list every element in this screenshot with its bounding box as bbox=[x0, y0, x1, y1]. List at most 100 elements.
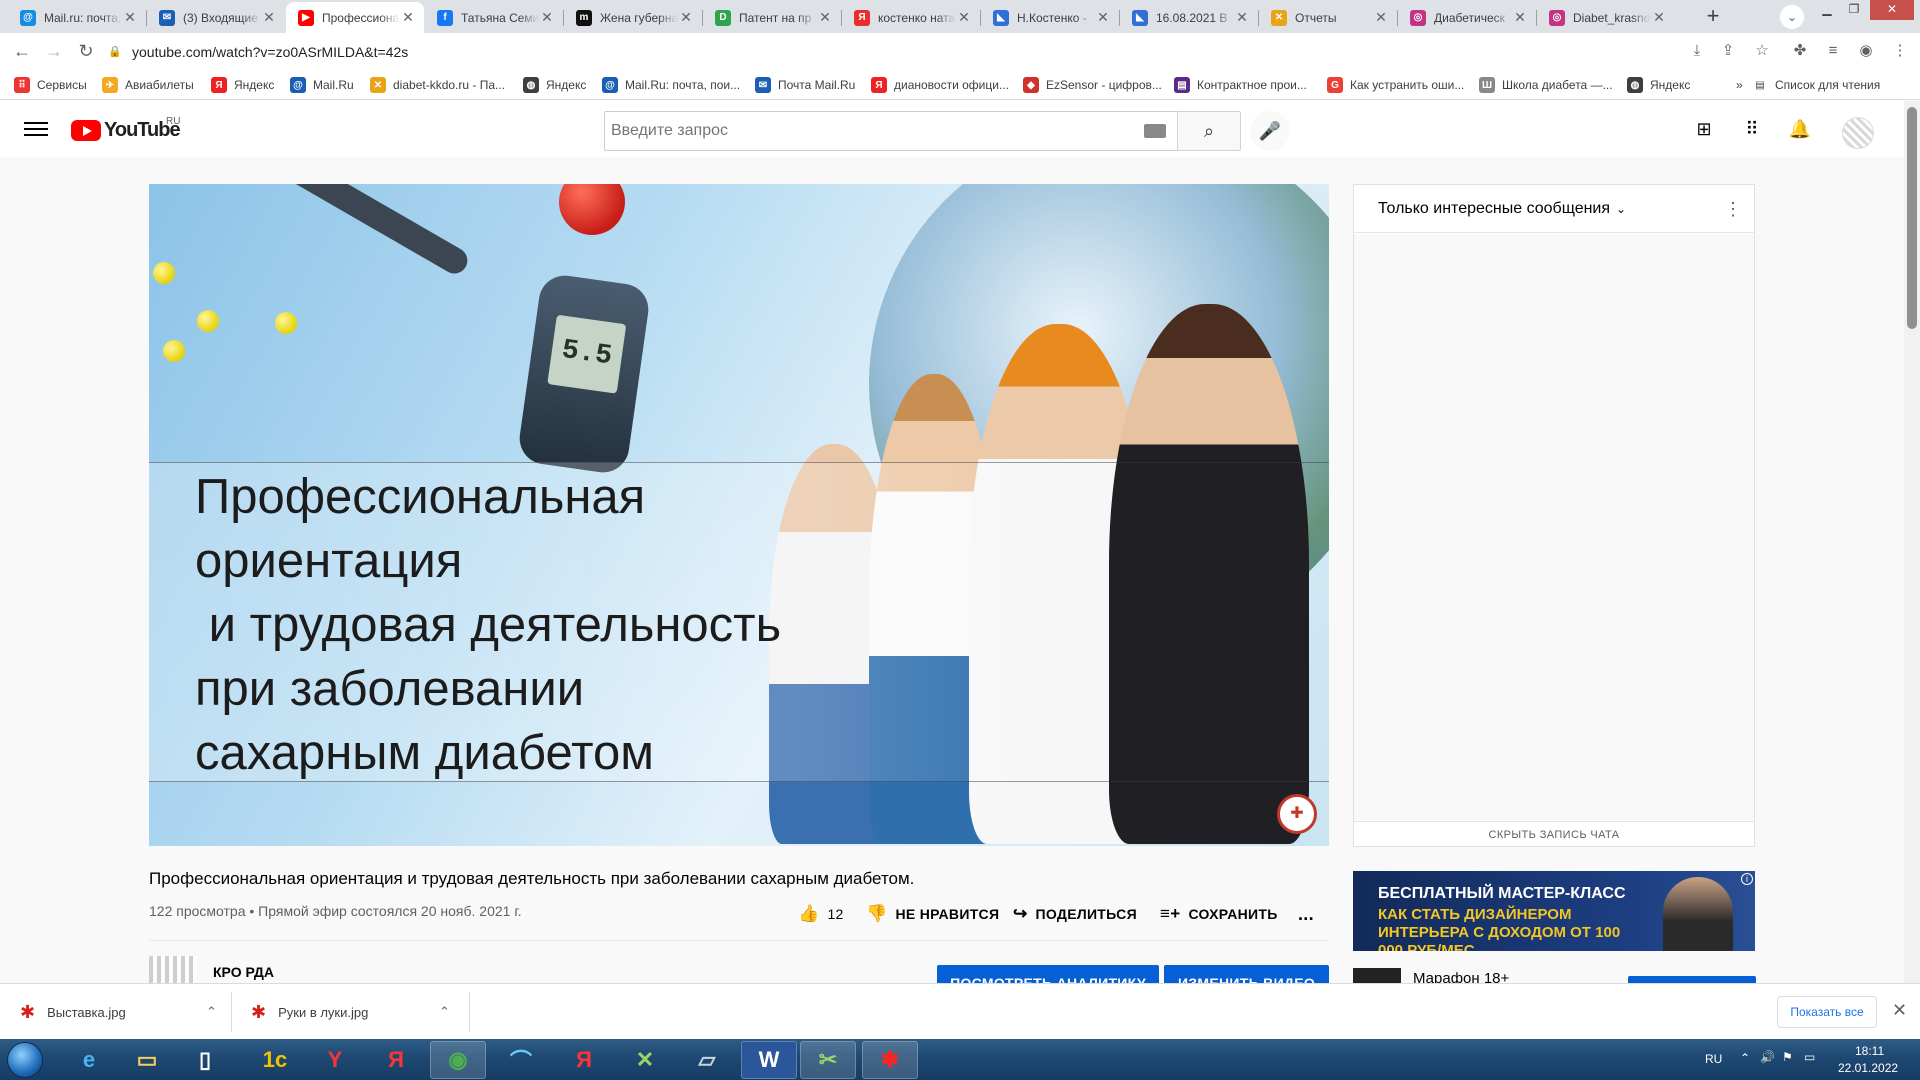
browser-tab[interactable]: @ Mail.ru: почта, ✕ bbox=[8, 2, 146, 33]
page-scrollbar[interactable] bbox=[1904, 101, 1920, 983]
share-button[interactable]: ↪ ПОДЕЛИТЬСЯ bbox=[1013, 903, 1137, 925]
bookmark-item[interactable]: G Как устранить оши... bbox=[1327, 76, 1464, 94]
window-close-icon[interactable]: ✕ bbox=[1870, 0, 1914, 20]
tab-close-icon[interactable]: ✕ bbox=[1651, 9, 1667, 26]
create-video-icon[interactable]: ⊞ bbox=[1692, 117, 1716, 141]
language-indicator[interactable]: RU bbox=[1705, 1052, 1722, 1066]
tab-close-icon[interactable]: ✕ bbox=[539, 9, 555, 26]
browser-tab[interactable]: f Татьяна Семи ✕ bbox=[425, 2, 563, 33]
ad-banner[interactable]: БЕСПЛАТНЫЙ МАСТЕР-КЛАСС КАК СТАТЬ ДИЗАЙН… bbox=[1353, 871, 1755, 951]
chrome-icon[interactable]: ◉ bbox=[430, 1041, 486, 1079]
chat-more-icon[interactable]: ⋮ bbox=[1724, 199, 1742, 220]
snipping-tool-icon[interactable]: ✂ bbox=[800, 1041, 856, 1079]
more-actions-button[interactable]: ... bbox=[1298, 903, 1314, 925]
1c-icon[interactable]: 1c bbox=[247, 1041, 303, 1079]
reading-mode-icon[interactable]: ≡ bbox=[1823, 42, 1843, 62]
tab-close-icon[interactable]: ✕ bbox=[956, 9, 972, 26]
browser-tab[interactable]: ✕ Отчеты ✕ bbox=[1259, 2, 1397, 33]
yandex-app-icon[interactable]: Я bbox=[556, 1041, 612, 1079]
tab-search-icon[interactable]: ⌄ bbox=[1780, 5, 1804, 29]
browser-tab[interactable]: m Жена губерна ✕ bbox=[564, 2, 702, 33]
keyboard-icon[interactable] bbox=[1144, 124, 1166, 138]
guide-menu-icon[interactable] bbox=[24, 119, 48, 139]
hide-chat-button[interactable]: СКРЫТЬ ЗАПИСЬ ЧАТА bbox=[1354, 821, 1754, 847]
menu-dots-icon[interactable]: ⋮ bbox=[1890, 42, 1910, 62]
browser-tab[interactable]: ◎ Диабетическ ✕ bbox=[1398, 2, 1536, 33]
tab-close-icon[interactable]: ✕ bbox=[122, 9, 138, 26]
new-tab-button[interactable]: + bbox=[1699, 5, 1727, 29]
browser-tab[interactable]: Якостенко ната ✕ bbox=[842, 2, 980, 33]
clock-date[interactable]: 22.01.2022 bbox=[1838, 1061, 1898, 1075]
app-wave-icon[interactable]: ⌒ bbox=[493, 1041, 549, 1079]
browser-tab[interactable]: D Патент на пр ✕ bbox=[703, 2, 841, 33]
bookmark-item[interactable]: ◆ EzSensor - цифров... bbox=[1023, 76, 1162, 94]
chat-mode-selector[interactable]: Только интересные сообщения ⌄ bbox=[1354, 185, 1754, 233]
ad-info-icon[interactable]: i bbox=[1741, 873, 1753, 885]
apps-grid-icon[interactable]: ⠿ bbox=[1740, 117, 1764, 141]
lock-icon[interactable]: 🔒 bbox=[108, 45, 122, 58]
volume-icon[interactable]: 🔊 bbox=[1760, 1050, 1775, 1064]
like-button[interactable]: 👍 12 bbox=[798, 903, 844, 925]
youtube-logo[interactable]: YouTube bbox=[71, 119, 181, 141]
clock-time[interactable]: 18:11 bbox=[1855, 1044, 1884, 1058]
tools-icon[interactable]: ✕ bbox=[617, 1041, 673, 1079]
download-item[interactable]: ✱ Выставка.jpg ⌃ bbox=[20, 984, 220, 1040]
bookmark-item[interactable]: Я Яндекс bbox=[211, 76, 274, 94]
channel-name[interactable]: КРО РДА bbox=[213, 964, 274, 980]
tab-close-icon[interactable]: ✕ bbox=[1095, 9, 1111, 26]
tab-close-icon[interactable]: ✕ bbox=[1373, 9, 1389, 26]
tab-close-icon[interactable]: ✕ bbox=[261, 9, 277, 26]
notepad-icon[interactable]: ▯ bbox=[177, 1041, 233, 1079]
bookmark-item[interactable]: ◍ Яндекс bbox=[523, 76, 586, 94]
bookmark-item[interactable]: ✉ Почта Mail.Ru bbox=[755, 76, 855, 94]
file-explorer-icon[interactable]: ▭ bbox=[119, 1041, 175, 1079]
account-avatar[interactable] bbox=[1842, 117, 1874, 149]
browser-tab[interactable]: ◣ Н.Костенко - ✕ bbox=[981, 2, 1119, 33]
browser-tab[interactable]: ✉ (3) Входящие ✕ bbox=[147, 2, 285, 33]
tab-close-icon[interactable]: ✕ bbox=[678, 9, 694, 26]
profile-icon[interactable]: ◉ bbox=[1856, 42, 1876, 62]
word-icon[interactable]: W bbox=[741, 1041, 797, 1079]
tray-expand-icon[interactable]: ⌃ bbox=[1740, 1051, 1750, 1065]
show-all-downloads-button[interactable]: Показать все bbox=[1777, 996, 1877, 1028]
bookmark-item[interactable]: ◍ Яндекс bbox=[1627, 76, 1690, 94]
restore-icon[interactable]: ❐ bbox=[1841, 0, 1867, 20]
bookmark-item[interactable]: ⠿ Сервисы bbox=[14, 76, 87, 94]
tab-close-icon[interactable]: ✕ bbox=[400, 9, 416, 26]
start-button[interactable] bbox=[7, 1042, 43, 1078]
tab-close-icon[interactable]: ✕ bbox=[817, 9, 833, 26]
tab-close-icon[interactable]: ✕ bbox=[1512, 9, 1528, 26]
chevron-up-icon[interactable]: ⌃ bbox=[439, 1004, 450, 1020]
voice-search-icon[interactable]: 🎤 bbox=[1250, 111, 1290, 151]
bookmark-item[interactable]: @ Mail.Ru: почта, пои... bbox=[602, 76, 740, 94]
chat-scrollbar[interactable] bbox=[1737, 234, 1754, 820]
bookmark-item[interactable]: Ядиановости офици... bbox=[871, 76, 1009, 94]
search-input[interactable] bbox=[611, 122, 1144, 140]
channel-avatar[interactable] bbox=[149, 956, 197, 984]
bookmark-item[interactable]: ▤ Контрактное прои... bbox=[1174, 76, 1307, 94]
image-viewer-icon[interactable]: ✱ bbox=[862, 1041, 918, 1079]
tab-close-icon[interactable]: ✕ bbox=[1234, 9, 1250, 26]
close-downloads-icon[interactable]: ✕ bbox=[1892, 1000, 1907, 1021]
download-item[interactable]: ✱ Руки в луки.jpg ⌃ bbox=[251, 984, 451, 1040]
bookmark-item[interactable]: ✕ diabet-kkdo.ru - Па... bbox=[370, 76, 505, 94]
bookmark-item[interactable]: ✈ Авиабилеты bbox=[102, 76, 194, 94]
action-center-flag-icon[interactable]: ⚑ bbox=[1782, 1050, 1793, 1064]
channel-watermark-icon[interactable]: ✚ bbox=[1277, 794, 1317, 834]
extensions-icon[interactable]: ✤ bbox=[1790, 42, 1810, 62]
browser-tab[interactable]: ▶ Профессиона ✕ bbox=[286, 2, 424, 33]
share-page-icon[interactable]: ⇪ bbox=[1718, 42, 1738, 62]
url-text[interactable]: youtube.com/watch?v=zo0ASrMILDA&t=42s bbox=[132, 44, 408, 60]
browser-tab[interactable]: ◎ Diabet_krasno ✕ bbox=[1537, 2, 1675, 33]
minimize-icon[interactable]: ▁ bbox=[1814, 0, 1840, 20]
chevron-up-icon[interactable]: ⌃ bbox=[206, 1004, 217, 1020]
address-bar[interactable]: 🔒 youtube.com/watch?v=zo0ASrMILDA&t=42s bbox=[108, 37, 1758, 66]
scanner-icon[interactable]: ▱ bbox=[679, 1041, 735, 1079]
yandex-browser-icon[interactable]: Y bbox=[307, 1041, 363, 1079]
bookmark-item[interactable]: @ Mail.Ru bbox=[290, 76, 354, 94]
page-scrollbar-thumb[interactable] bbox=[1907, 107, 1917, 329]
dislike-button[interactable]: 👎 НЕ НРАВИТСЯ bbox=[866, 903, 999, 925]
browser-tab[interactable]: ◣ 16.08.2021 В ✕ bbox=[1120, 2, 1258, 33]
yandex-icon[interactable]: Я bbox=[368, 1041, 424, 1079]
search-button[interactable]: ⌕ bbox=[1177, 111, 1241, 151]
